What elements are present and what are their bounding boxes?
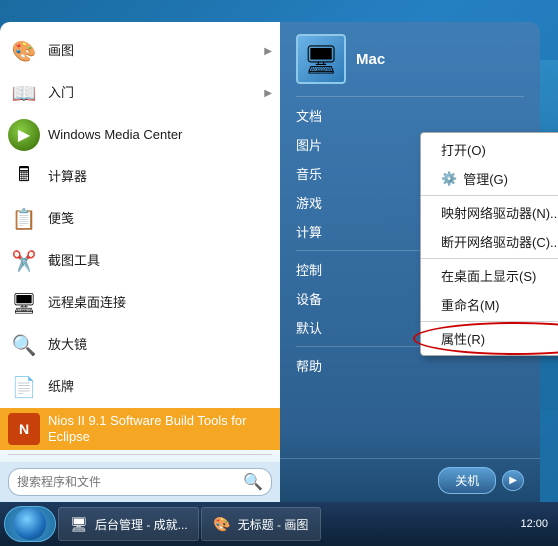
calc-icon: 🖩 xyxy=(8,161,40,193)
menu-item-intro[interactable]: 📖 入门 ▶ xyxy=(0,72,280,114)
manage-icon: ⚙️ xyxy=(441,171,457,187)
right-label-doc: 文档 xyxy=(296,106,322,125)
menu-label-snip: 截图工具 xyxy=(48,253,100,269)
menu-arrow-paint: ▶ xyxy=(264,46,272,57)
user-header: 🖥 Mac xyxy=(280,22,540,92)
right-label-game: 游戏 xyxy=(296,193,322,212)
context-item-open[interactable]: 打开(O) xyxy=(421,135,558,164)
taskbar-right: 12:00 xyxy=(520,518,554,530)
search-area: 🔍 xyxy=(0,462,280,502)
right-label-default: 默认 xyxy=(296,318,322,337)
right-label-pic: 图片 xyxy=(296,135,322,154)
right-item-doc[interactable]: 文档 xyxy=(280,101,540,130)
menu-item-wordpad[interactable]: 📄 纸牌 xyxy=(0,366,280,408)
context-item-rename[interactable]: 重命名(M) xyxy=(421,290,558,319)
backend-icon: 🖥 xyxy=(69,514,89,534)
menu-item-magnify[interactable]: 🔍 放大镜 xyxy=(0,324,280,366)
context-item-disconnect-drive[interactable]: 断开网络驱动器(C)... xyxy=(421,227,558,256)
avatar: 🖥 xyxy=(296,34,346,84)
context-item-show-desktop[interactable]: 在桌面上显示(S) xyxy=(421,261,558,290)
menu-label-nios: Nios II 9.1 Software Build Tools for Ecl… xyxy=(48,413,272,444)
paint-task-icon: 🎨 xyxy=(212,514,232,534)
taskbar-label-paint: 无标题 - 画图 xyxy=(238,516,309,533)
menu-item-paint[interactable]: 🎨 画图 ▶ xyxy=(0,30,280,72)
magnify-icon: 🔍 xyxy=(8,329,40,361)
search-input[interactable] xyxy=(17,475,237,489)
right-label-device: 设备 xyxy=(296,289,322,308)
menu-item-nios[interactable]: N Nios II 9.1 Software Build Tools for E… xyxy=(0,408,280,450)
menu-item-wmc[interactable]: ▶ Windows Media Center xyxy=(0,114,280,156)
menu-label-wordpad: 纸牌 xyxy=(48,379,74,395)
right-label-control: 控制 xyxy=(296,260,322,279)
taskbar-item-paint[interactable]: 🎨 无标题 - 画图 xyxy=(201,507,321,541)
search-box[interactable]: 🔍 xyxy=(8,468,272,496)
shutdown-arrow-button[interactable]: ▶ xyxy=(502,470,524,491)
right-divider-top xyxy=(296,96,524,97)
menu-label-calc: 计算器 xyxy=(48,169,87,185)
menu-label-notepad: 便笺 xyxy=(48,211,74,227)
properties-highlight-ellipse xyxy=(413,322,558,355)
taskbar-item-backend[interactable]: 🖥 后台管理 - 成就... xyxy=(58,507,199,541)
clock: 12:00 xyxy=(520,518,548,530)
search-icon: 🔍 xyxy=(243,472,263,492)
menu-label-rdp: 远程桌面连接 xyxy=(48,295,126,311)
nios-icon: N xyxy=(8,413,40,445)
right-label-music: 音乐 xyxy=(296,164,322,183)
start-orb xyxy=(14,508,46,540)
snip-icon: ✂️ xyxy=(8,245,40,277)
context-item-manage[interactable]: ⚙️ 管理(G) xyxy=(421,164,558,193)
context-label-manage: 管理(G) xyxy=(463,169,508,188)
menu-item-calc[interactable]: 🖩 计算器 xyxy=(0,156,280,198)
menu-item-snip[interactable]: ✂️ 截图工具 xyxy=(0,240,280,282)
context-divider-1 xyxy=(421,195,558,196)
menu-item-rdp[interactable]: 🖥 远程桌面连接 xyxy=(0,282,280,324)
taskbar-label-backend: 后台管理 - 成就... xyxy=(95,516,188,533)
menu-label-paint: 画图 xyxy=(48,43,74,59)
username: Mac xyxy=(356,51,385,68)
taskbar: 🖥 后台管理 - 成就... 🎨 无标题 - 画图 12:00 xyxy=(0,502,558,546)
context-item-properties[interactable]: 属性(R) xyxy=(421,324,558,353)
properties-label: 属性(R) xyxy=(441,332,485,347)
paint-icon: 🎨 xyxy=(8,35,40,67)
menu-label-intro: 入门 xyxy=(48,85,74,101)
rdp-icon: 🖥 xyxy=(8,287,40,319)
wordpad-icon: 📄 xyxy=(8,371,40,403)
intro-icon: 📖 xyxy=(8,77,40,109)
wmc-icon: ▶ xyxy=(8,119,40,151)
menu-divider xyxy=(8,454,272,455)
right-label-help: 帮助 xyxy=(296,356,322,375)
shutdown-area: 关机 ▶ xyxy=(280,458,540,502)
shutdown-button[interactable]: 关机 xyxy=(438,467,496,494)
menu-label-wmc: Windows Media Center xyxy=(48,127,182,143)
context-menu: 打开(O) ⚙️ 管理(G) 映射网络驱动器(N)... 断开网络驱动器(C).… xyxy=(420,132,558,356)
menu-label-magnify: 放大镜 xyxy=(48,337,87,353)
context-divider-3 xyxy=(421,321,558,322)
start-menu-left: 🎨 画图 ▶ 📖 入门 ▶ ▶ Windows Media Center 🖩 xyxy=(0,22,280,502)
menu-arrow-intro: ▶ xyxy=(264,88,272,99)
context-divider-2 xyxy=(421,258,558,259)
start-button[interactable] xyxy=(4,506,56,542)
menu-item-notepad[interactable]: 📋 便笺 xyxy=(0,198,280,240)
right-label-computer: 计算 xyxy=(296,222,322,241)
context-item-map-drive[interactable]: 映射网络驱动器(N)... xyxy=(421,198,558,227)
start-menu-items: 🎨 画图 ▶ 📖 入门 ▶ ▶ Windows Media Center 🖩 xyxy=(0,22,280,462)
notepad-icon: 📋 xyxy=(8,203,40,235)
